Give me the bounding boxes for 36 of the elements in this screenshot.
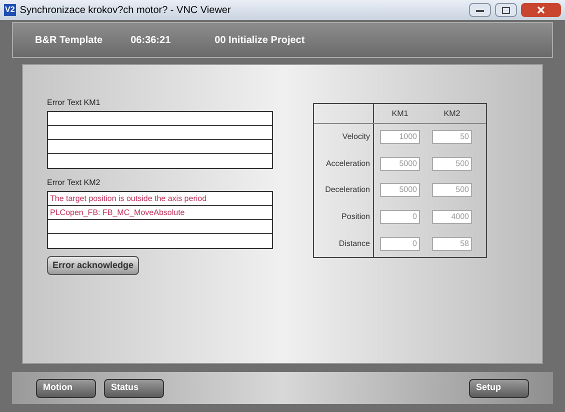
- parameter-label: Distance: [338, 238, 370, 250]
- error-list-label: Error Text KM2: [47, 177, 102, 189]
- error-list-label: Error Text KM1: [47, 97, 102, 109]
- error-acknowledge-button[interactable]: Error acknowledge: [47, 256, 139, 275]
- parameter-label: Acceleration: [326, 158, 370, 170]
- value-field[interactable]: 5000: [380, 183, 420, 198]
- maximize-icon: [502, 6, 510, 14]
- value-field[interactable]: 4000: [432, 210, 472, 224]
- close-icon: [537, 6, 545, 14]
- close-button[interactable]: [521, 3, 561, 17]
- project-title: B&R Template: [35, 34, 103, 48]
- nav-button[interactable]: Setup: [469, 378, 529, 398]
- minimize-button[interactable]: [469, 3, 491, 17]
- value-field[interactable]: 58: [432, 236, 472, 251]
- value-field[interactable]: 0: [380, 236, 420, 251]
- app-icon: V2: [4, 4, 16, 16]
- value-field[interactable]: 0: [380, 210, 420, 224]
- nav-button[interactable]: Motion: [36, 378, 96, 398]
- value-field[interactable]: 50: [432, 130, 472, 144]
- error-message: PLCopen_FB: FB_MC_MoveAbsolute: [50, 208, 185, 217]
- value-field[interactable]: 1000: [380, 130, 420, 144]
- value-field[interactable]: 5000: [380, 156, 420, 171]
- value-field[interactable]: 500: [432, 156, 472, 171]
- column-header: KM2: [444, 108, 460, 120]
- parameter-label: Deceleration: [325, 184, 370, 196]
- parameter-label: Position: [342, 211, 370, 224]
- parameter-label: Velocity: [342, 131, 370, 144]
- page-title: 00 Initialize Project: [214, 34, 305, 48]
- column-header: KM1: [392, 108, 408, 120]
- value-field[interactable]: 500: [432, 183, 472, 198]
- nav-button[interactable]: Status: [104, 378, 164, 398]
- error-message: The target position is outside the axis period: [50, 194, 207, 203]
- maximize-button[interactable]: [495, 3, 517, 17]
- clock-time: 06:36:21: [130, 34, 171, 48]
- minimize-icon: [476, 8, 484, 12]
- window-title: Synchronizace krokov?ch motor? - VNC Viewer: [20, 4, 231, 18]
